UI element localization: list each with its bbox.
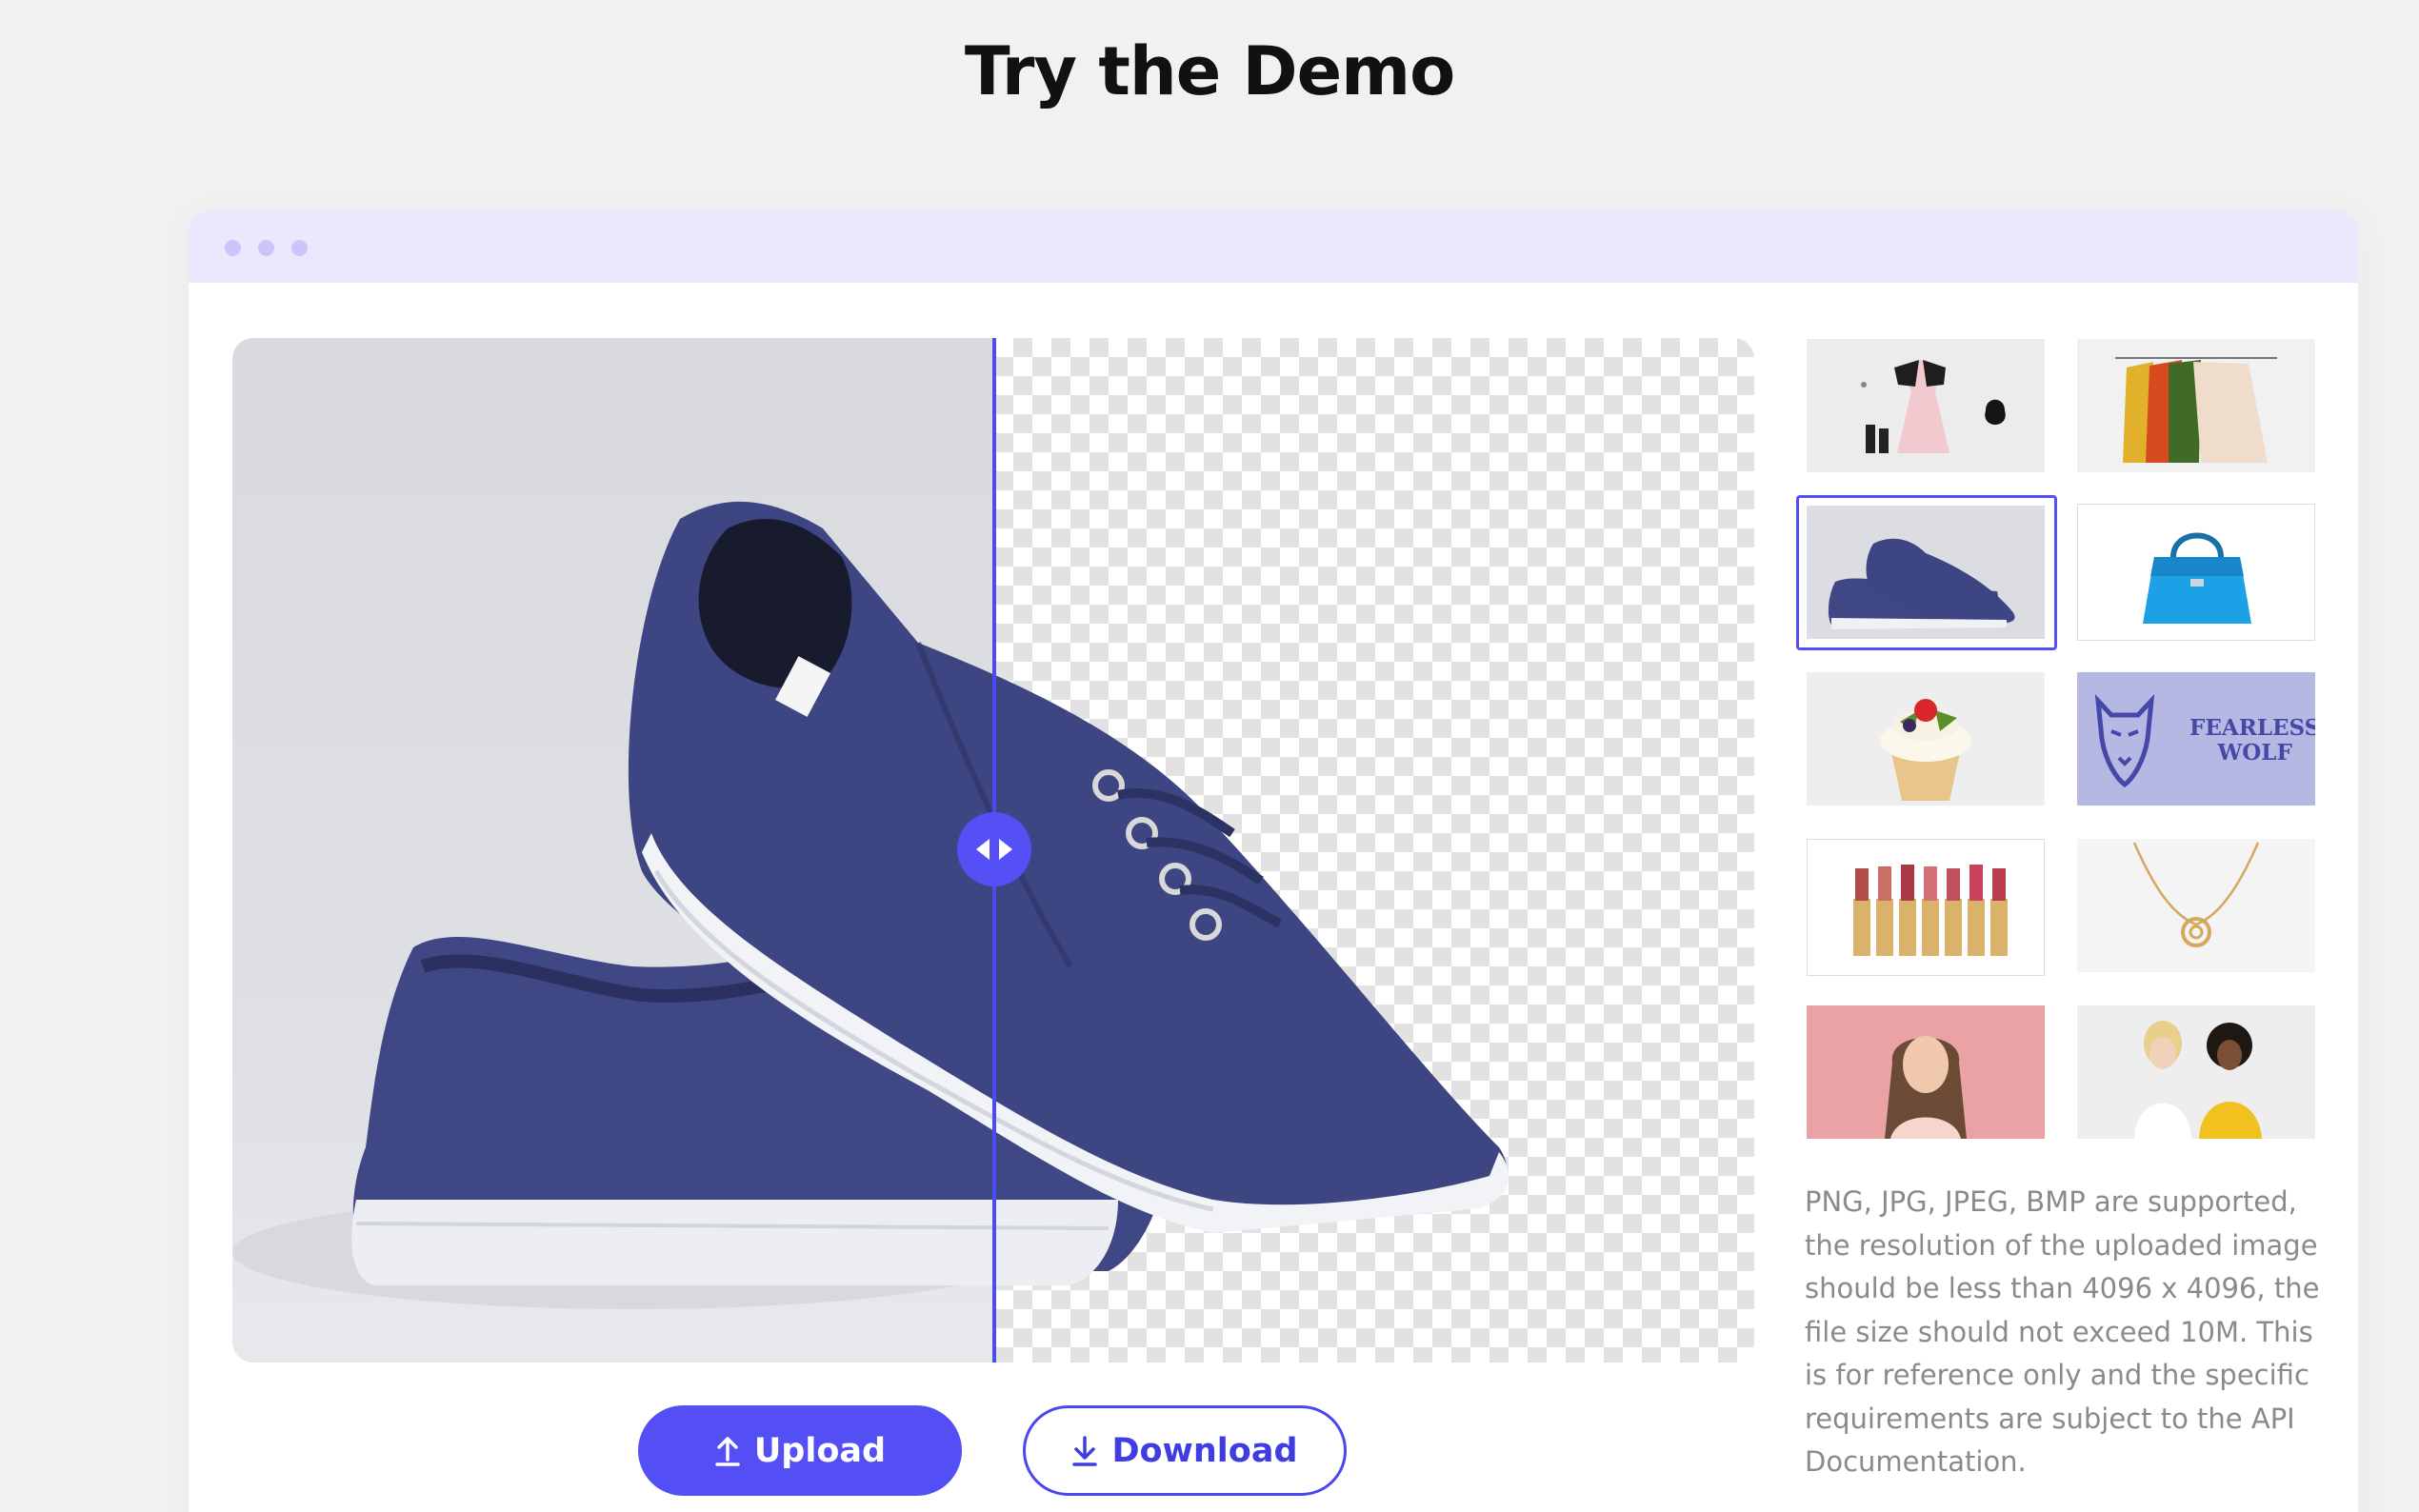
upload-requirements-text: PNG, JPG, JPEG, BMP are supported, the r… xyxy=(1805,1185,2320,1478)
window-title-bar xyxy=(189,211,2358,283)
download-button[interactable]: Download xyxy=(1023,1405,1347,1496)
download-icon xyxy=(1072,1435,1098,1466)
arrow-left-icon xyxy=(976,839,990,860)
sample-thumb-lipsticks[interactable] xyxy=(1807,839,2045,976)
sample-thumb-woman[interactable] xyxy=(1807,1005,2045,1139)
sample-thumb-shoes[interactable] xyxy=(1807,506,2045,639)
page-title: Try the Demo xyxy=(964,32,1455,110)
sample-thumb-people[interactable] xyxy=(2077,1005,2315,1139)
upload-icon xyxy=(715,1436,740,1466)
window-dot xyxy=(258,240,274,256)
sample-thumb-handbag[interactable] xyxy=(2077,504,2315,641)
sample-thumb-logo[interactable]: FEARLESS WOLF xyxy=(2077,672,2315,806)
download-label: Download xyxy=(1111,1431,1298,1470)
upload-label: Upload xyxy=(753,1431,887,1470)
comparison-preview[interactable] xyxy=(232,338,1754,1363)
sample-thumb-necklace[interactable] xyxy=(2077,839,2315,972)
arrow-right-icon xyxy=(999,839,1012,860)
sample-thumb-cupcake[interactable] xyxy=(1807,672,2045,806)
sample-thumb-clothing[interactable] xyxy=(1807,339,2045,472)
sample-thumb-sweaters[interactable] xyxy=(2077,339,2315,472)
comparison-slider-handle[interactable] xyxy=(957,812,1031,886)
demo-window: Upload Download FEARLESS WOLF PNG, JPG, … xyxy=(189,211,2358,1512)
upload-button[interactable]: Upload xyxy=(638,1405,962,1496)
logo-text: FEARLESS WOLF xyxy=(2189,715,2315,766)
window-dot xyxy=(225,240,241,256)
window-dot xyxy=(291,240,308,256)
